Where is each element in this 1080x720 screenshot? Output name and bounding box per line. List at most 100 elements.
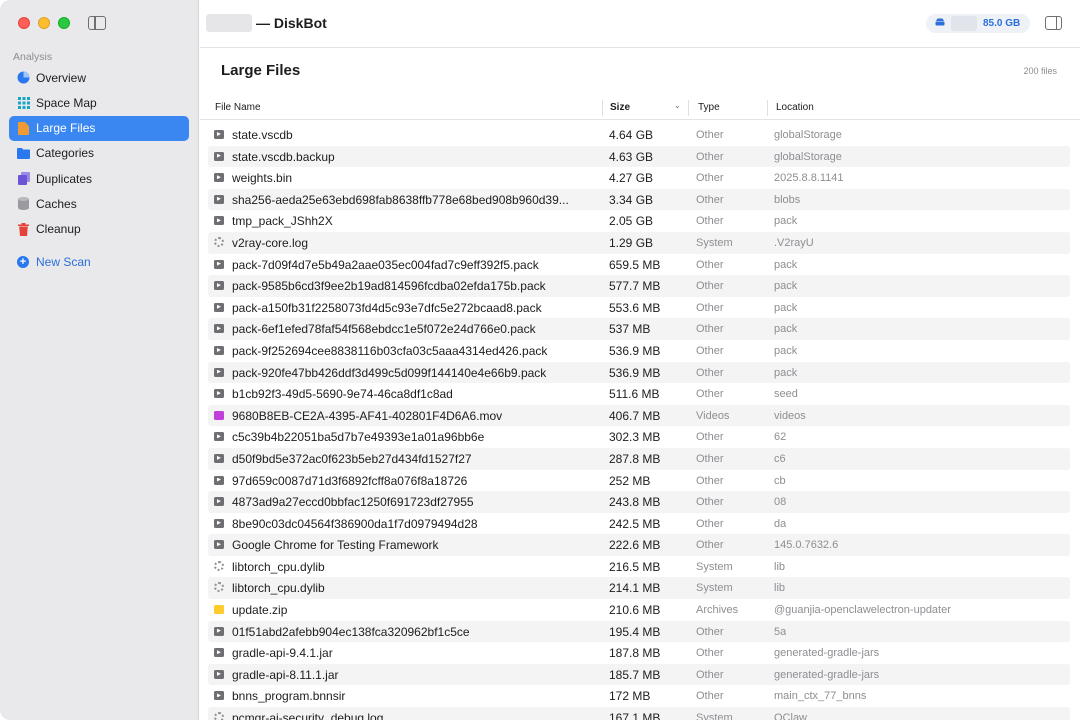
table-row[interactable]: 4873ad9a27eccd0bbfac1250f691723df27955 24… bbox=[208, 491, 1070, 513]
file-location-cell: videos bbox=[774, 409, 806, 422]
table-row[interactable]: pack-a150fb31f2258073fd4d5c93e7dfc5e272b… bbox=[208, 297, 1070, 319]
table-row[interactable]: c5c39b4b22051ba5d7b7e49393e1a01a96bb6e 30… bbox=[208, 426, 1070, 448]
zoom-window-button[interactable] bbox=[58, 17, 70, 29]
sidebar-item-space-map[interactable]: Space Map bbox=[9, 90, 189, 115]
file-size-cell: 2.05 GB bbox=[609, 214, 654, 229]
table-row[interactable]: 97d659c0087d71d3f6892fcff8a076f8a18726 25… bbox=[208, 470, 1070, 492]
file-icon bbox=[214, 259, 224, 269]
file-icon bbox=[214, 388, 224, 399]
sidebar-toggle-icon[interactable] bbox=[88, 16, 106, 30]
file-icon bbox=[214, 367, 224, 377]
close-window-button[interactable] bbox=[18, 17, 30, 29]
sidebar-item-label: Space Map bbox=[36, 95, 97, 110]
trash-icon bbox=[17, 222, 30, 236]
new-scan-button[interactable]: + New Scan bbox=[17, 255, 91, 269]
file-location-cell: pack bbox=[774, 366, 798, 379]
sidebar-item-duplicates[interactable]: Duplicates bbox=[9, 166, 189, 191]
column-header-size[interactable]: Size bbox=[610, 102, 630, 113]
column-header-file-name[interactable]: File Name bbox=[215, 102, 261, 113]
file-size-cell: 302.3 MB bbox=[609, 430, 661, 445]
file-name-cell: 9680B8EB-CE2A-4395-AF41-402801F4D6A6.mov bbox=[232, 408, 503, 423]
file-size-cell: 577.7 MB bbox=[609, 279, 661, 294]
table-row[interactable]: d50f9bd5e372ac0f623b5eb27d434fd1527f27 28… bbox=[208, 447, 1070, 470]
table-row[interactable]: tmp_pack_JShh2X 2.05 GB Other pack bbox=[208, 210, 1070, 232]
file-type-cell: Other bbox=[696, 280, 724, 293]
file-location-cell: 2025.8.8.1141 bbox=[774, 172, 844, 185]
minimize-window-button[interactable] bbox=[38, 17, 50, 29]
folder-icon bbox=[17, 147, 30, 160]
file-size-cell: 553.6 MB bbox=[609, 300, 661, 315]
column-divider[interactable] bbox=[602, 100, 603, 116]
table-row[interactable]: weights.bin 4.27 GB Other 2025.8.8.1141 bbox=[208, 167, 1070, 189]
table-row[interactable]: gradle-api-8.11.1.jar 185.7 MB Other genera… bbox=[208, 663, 1070, 686]
file-name-cell: b1cb92f3-49d5-5690-9e74-46ca8df1c8ad bbox=[232, 387, 453, 402]
file-name-cell: libtorch_cpu.dylib bbox=[232, 559, 325, 574]
table-row[interactable]: state.vscdb.backup 4.63 GB Other globalStor… bbox=[208, 145, 1070, 168]
table-row[interactable]: pack-6ef1efed78faf54f568ebdcc1e5f072e24d… bbox=[208, 318, 1070, 340]
duplicate-icon bbox=[17, 172, 30, 186]
table-row[interactable]: pcmgr-ai-security_debug.log 167.1 MB Syste… bbox=[208, 707, 1070, 720]
inspector-toggle-icon[interactable] bbox=[1045, 16, 1062, 30]
table-row[interactable]: b1cb92f3-49d5-5690-9e74-46ca8df1c8ad 511.… bbox=[208, 383, 1070, 405]
file-icon bbox=[214, 669, 224, 679]
cylinder-icon bbox=[17, 197, 30, 211]
file-name-cell: gradle-api-8.11.1.jar bbox=[232, 667, 339, 682]
table-row[interactable]: 8be90c03dc04564f386900da1f7d0979494d28 24… bbox=[208, 513, 1070, 535]
file-location-cell: globalStorage bbox=[774, 150, 842, 163]
table-row[interactable]: 9680B8EB-CE2A-4395-AF41-402801F4D6A6.mov… bbox=[208, 404, 1070, 427]
table-row[interactable]: bnns_program.bnnsir 172 MB Other main_ctx_7… bbox=[208, 685, 1070, 707]
column-header-type[interactable]: Type bbox=[698, 102, 720, 113]
file-size-cell: 511.6 MB bbox=[609, 387, 660, 402]
file-size-cell: 172 MB bbox=[609, 689, 651, 704]
sidebar-item-categories[interactable]: Categories bbox=[9, 141, 189, 166]
table-row[interactable]: sha256-aeda25e63ebd698fab8638ffb778e68be… bbox=[208, 188, 1070, 211]
table-row[interactable]: update.zip 210.6 MB Archives @guanjia-openc… bbox=[208, 599, 1070, 621]
table-row[interactable]: pack-920fe47bb426ddf3d499c5d099f144140e4… bbox=[208, 361, 1070, 384]
table-row[interactable]: 01f51abd2afebb904ec138fca320962bf1c5ce 19… bbox=[208, 620, 1070, 643]
column-header-location[interactable]: Location bbox=[776, 102, 814, 113]
table-row[interactable]: libtorch_cpu.dylib 214.1 MB System lib bbox=[208, 577, 1070, 600]
file-name-cell: tmp_pack_JShh2X bbox=[232, 214, 333, 229]
sidebar-item-cleanup[interactable]: Cleanup bbox=[9, 217, 189, 242]
file-type-cell: Other bbox=[696, 452, 724, 465]
file-name-cell: pack-9585b6cd3f9ee2b19ad814596fcdba02efd… bbox=[232, 279, 546, 294]
file-name-cell: pcmgr-ai-security_debug.log bbox=[232, 711, 384, 720]
table-row[interactable]: pack-9585b6cd3f9ee2b19ad814596fcdba02efd… bbox=[208, 275, 1070, 297]
plus-circle-icon: + bbox=[17, 256, 29, 268]
file-size-cell: 167.1 MB bbox=[609, 711, 661, 720]
sidebar-item-label: Caches bbox=[36, 196, 77, 211]
file-type-cell: Other bbox=[696, 301, 724, 314]
file-location-cell: seed bbox=[774, 388, 798, 401]
disk-usage-badge[interactable]: 85.0 GB bbox=[926, 14, 1030, 33]
sidebar-item-overview[interactable]: Overview bbox=[9, 65, 189, 90]
file-name-cell: state.vscdb.backup bbox=[232, 149, 335, 164]
sort-chevron-down-icon[interactable]: ⌄ bbox=[674, 101, 681, 110]
file-type-cell: System bbox=[696, 582, 733, 595]
file-size-cell: 214.1 MB bbox=[609, 581, 661, 596]
file-type-cell: System bbox=[696, 236, 733, 249]
window-controls bbox=[18, 17, 70, 29]
table-row[interactable]: v2ray-core.log 1.29 GB System .V2rayU bbox=[208, 231, 1070, 254]
file-size-cell: 243.8 MB bbox=[609, 495, 661, 510]
sidebar-item-large-files[interactable]: Large Files bbox=[9, 115, 189, 141]
file-icon bbox=[214, 323, 224, 334]
file-location-cell: blobs bbox=[774, 193, 801, 206]
column-divider[interactable] bbox=[767, 100, 768, 116]
file-size-cell: 222.6 MB bbox=[609, 538, 661, 553]
file-name-cell: v2ray-core.log bbox=[232, 235, 309, 250]
gear-icon bbox=[214, 236, 224, 247]
file-icon bbox=[214, 215, 224, 226]
sidebar-item-caches[interactable]: Caches bbox=[9, 191, 189, 216]
table-row[interactable]: libtorch_cpu.dylib 216.5 MB System lib bbox=[208, 556, 1070, 578]
page-title: Large Files bbox=[221, 62, 301, 79]
file-type-cell: Other bbox=[696, 323, 724, 336]
table-row[interactable]: pack-9f252694cee8838116b03cfa03c5aaa4314… bbox=[208, 340, 1070, 362]
table-row[interactable]: state.vscdb 4.64 GB Other globalStorage bbox=[208, 124, 1070, 146]
table-row[interactable]: Google Chrome for Testing Framework 222.6… bbox=[208, 534, 1070, 556]
table-row[interactable]: gradle-api-9.4.1.jar 187.8 MB Other generat… bbox=[208, 642, 1070, 664]
table-row[interactable]: pack-7d09f4d7e5b49a2aae035ec004fad7c9eff… bbox=[208, 254, 1070, 276]
file-type-cell: Other bbox=[696, 258, 724, 271]
document-icon bbox=[17, 121, 30, 135]
file-type-cell: Other bbox=[696, 215, 724, 228]
column-divider[interactable] bbox=[688, 100, 689, 116]
